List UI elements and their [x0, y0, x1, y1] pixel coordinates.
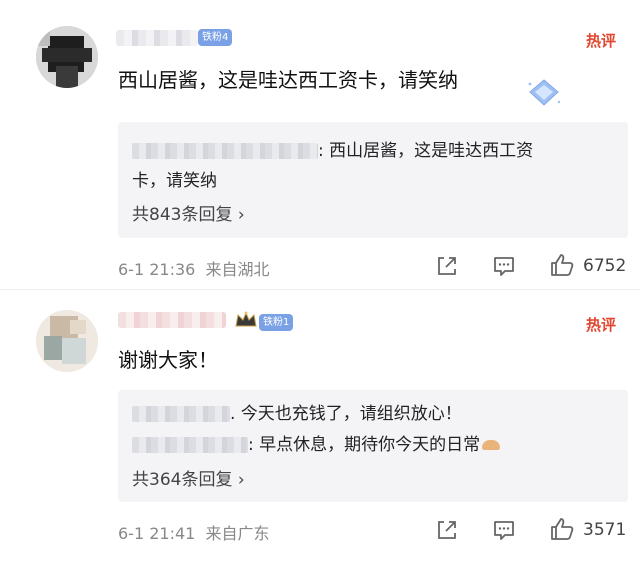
avatar[interactable]: [36, 310, 98, 372]
comment-icon[interactable]: [491, 517, 517, 543]
avatar[interactable]: [36, 26, 98, 88]
share-icon[interactable]: [434, 253, 460, 279]
like-count: 6752: [583, 256, 627, 276]
reply-item: : 早点休息，期待你今天的日常: [132, 430, 501, 455]
view-replies-link[interactable]: 共843条回复 ›: [132, 200, 245, 225]
username[interactable]: [116, 30, 198, 46]
like-icon[interactable]: [549, 516, 575, 542]
reply-item: . 今天也充钱了，请组织放心！: [132, 399, 462, 424]
fan-badge: 铁粉4: [198, 29, 233, 46]
comment-card: 铁粉1 热评 谢谢大家！ . 今天也充钱了，请组织放心！ : 早点休息，期待你今…: [0, 290, 640, 561]
like-count: 3571: [583, 520, 627, 540]
reply-username[interactable]: [132, 437, 248, 453]
reply-username[interactable]: [132, 406, 230, 422]
reply-preview[interactable]: . 今天也充钱了，请组织放心！ : 早点休息，期待你今天的日常 共364条回复 …: [118, 390, 628, 502]
comment-time: 6-1 21:41 来自广东: [118, 524, 270, 543]
diamond-icon: [528, 79, 561, 106]
comment-text: 西山居酱，这是哇达西工资卡，请笑纳: [118, 68, 458, 92]
reply-username[interactable]: [132, 143, 318, 159]
crown-icon: [235, 311, 257, 327]
reply-item-continued: 卡，请笑纳: [132, 171, 217, 191]
comment-time: 6-1 21:36 来自湖北: [118, 260, 270, 279]
reply-preview[interactable]: : 西山居酱，这是哇达西工资 卡，请笑纳 共843条回复 ›: [118, 122, 628, 238]
hot-comment-tag: 热评: [586, 32, 617, 50]
view-replies-link[interactable]: 共364条回复 ›: [132, 465, 245, 490]
comment-card: 铁粉4 热评 西山居酱，这是哇达西工资卡，请笑纳 : 西山居酱，这是哇达西工资 …: [0, 0, 640, 290]
comment-text: 谢谢大家！: [118, 348, 218, 372]
username[interactable]: [118, 312, 226, 328]
fan-badge: 铁粉1: [259, 314, 294, 331]
like-icon[interactable]: [549, 252, 575, 278]
emoji-icon: [482, 440, 501, 450]
reply-item: : 西山居酱，这是哇达西工资: [132, 136, 533, 161]
comment-icon[interactable]: [491, 253, 517, 279]
share-icon[interactable]: [434, 517, 460, 543]
hot-comment-tag: 热评: [586, 316, 617, 334]
